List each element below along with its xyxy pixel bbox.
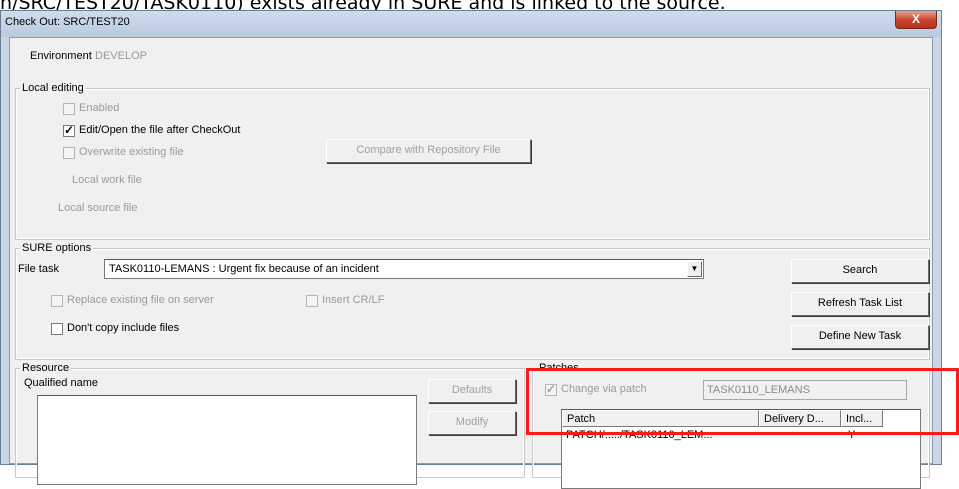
replace-existing-file-label: Replace existing file on server bbox=[67, 294, 214, 306]
local-editing-group: Local editing Enabled ✓ Edit/Open the fi… bbox=[15, 82, 930, 240]
modify-button[interactable]: Modify bbox=[428, 411, 516, 435]
resource-legend: Resource bbox=[20, 362, 72, 374]
dont-copy-include-files-checkbox[interactable] bbox=[51, 323, 63, 335]
close-icon: X bbox=[911, 12, 920, 26]
define-new-task-button[interactable]: Define New Task bbox=[791, 325, 929, 349]
sure-options-group: SURE options File task TASK0110-LEMANS :… bbox=[15, 242, 930, 360]
local-work-file-label: Local work file bbox=[72, 174, 142, 186]
edit-open-label: Edit/Open the file after CheckOut bbox=[79, 124, 241, 136]
checkmark-icon: ✓ bbox=[64, 123, 75, 137]
refresh-task-list-button[interactable]: Refresh Task List bbox=[791, 292, 929, 316]
overwrite-checkbox[interactable] bbox=[63, 147, 75, 159]
resource-group: Resource Qualified name Defaults Modify bbox=[15, 362, 525, 485]
environment-value: DEVELOP bbox=[95, 50, 147, 62]
close-button[interactable]: X bbox=[895, 11, 937, 29]
dont-copy-include-files-label: Don't copy include files bbox=[67, 322, 180, 334]
window-title: Check Out: SRC/TEST20 bbox=[5, 16, 130, 28]
file-task-label: File task bbox=[18, 263, 59, 275]
file-task-value: TASK0110-LEMANS : Urgent fix because of … bbox=[109, 263, 379, 275]
replace-existing-file-checkbox[interactable] bbox=[51, 295, 63, 307]
search-button[interactable]: Search bbox=[791, 259, 929, 283]
local-editing-legend: Local editing bbox=[20, 82, 86, 94]
defaults-button[interactable]: Defaults bbox=[428, 379, 516, 403]
sure-options-legend: SURE options bbox=[20, 242, 94, 254]
enabled-label: Enabled bbox=[79, 102, 120, 114]
enabled-checkbox[interactable] bbox=[63, 103, 75, 115]
environment-label: Environment bbox=[30, 50, 92, 62]
qualified-name-list[interactable] bbox=[37, 395, 417, 485]
red-highlight-box bbox=[526, 368, 959, 435]
title-bar[interactable]: Check Out: SRC/TEST20 X bbox=[1, 11, 941, 37]
edit-open-checkbox[interactable]: ✓ bbox=[63, 123, 75, 137]
insert-crlf-label: Insert CR/LF bbox=[322, 294, 385, 306]
overwrite-label: Overwrite existing file bbox=[79, 146, 184, 158]
file-task-dropdown[interactable]: TASK0110-LEMANS : Urgent fix because of … bbox=[104, 259, 704, 279]
qualified-name-label: Qualified name bbox=[24, 377, 98, 389]
compare-with-repository-button[interactable]: Compare with Repository File bbox=[326, 139, 531, 163]
local-source-file-label: Local source file bbox=[58, 202, 138, 214]
chevron-down-icon[interactable]: ▼ bbox=[687, 261, 702, 277]
insert-crlf-checkbox[interactable] bbox=[306, 295, 318, 307]
